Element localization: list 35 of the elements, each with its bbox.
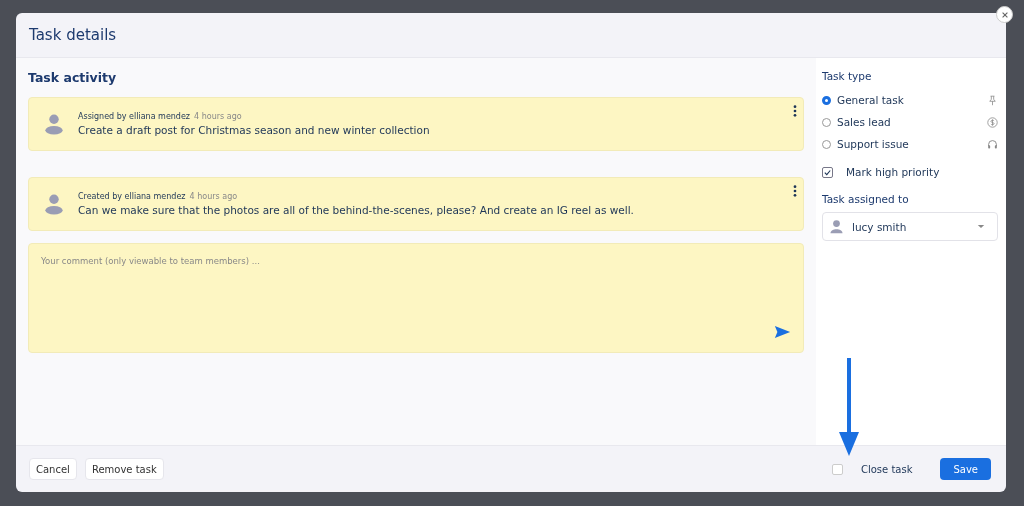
avatar-icon [43, 112, 65, 136]
pin-icon [987, 94, 998, 106]
option-label[interactable]: General task [837, 94, 987, 106]
comment-text: Can we make sure that the photos are all of the behind-the-scenes, please? And create an IG reel as well. [78, 204, 635, 216]
assignee-dropdown[interactable]: lucy smith [822, 212, 998, 241]
close-icon [1000, 10, 1009, 19]
comment-time: 4 hours ago [194, 112, 242, 121]
cancel-button[interactable]: Cancel [29, 458, 77, 480]
avatar-icon [43, 192, 65, 216]
comment-text: Create a draft post for Christmas season and new winter collection [78, 124, 431, 136]
comment-author: Assigned by elliana mendez [78, 112, 191, 121]
checkbox-label[interactable]: Close task [860, 463, 913, 475]
send-icon[interactable] [774, 325, 791, 339]
comment-field[interactable]: Your comment (only viewable to team members) ... [28, 243, 804, 353]
caret-icon [977, 224, 985, 229]
field-label: Task type [822, 70, 873, 82]
option-label[interactable]: Sales lead [837, 116, 987, 128]
checkbox-label[interactable]: Mark high priority [846, 166, 998, 178]
close-button[interactable] [996, 6, 1013, 23]
dollar-icon [987, 116, 998, 128]
more-icon[interactable] [793, 105, 797, 117]
more-icon[interactable] [793, 185, 797, 197]
radio-button[interactable] [822, 95, 831, 105]
section-heading: Task activity [28, 70, 118, 85]
option-label[interactable]: Support issue [837, 138, 987, 150]
checkbox[interactable] [831, 463, 843, 475]
dialog-title: Task details [29, 26, 117, 44]
save-button[interactable]: Save [940, 458, 991, 480]
headset-icon [987, 138, 998, 150]
comment-time: 4 hours ago [189, 192, 238, 201]
checkbox[interactable] [822, 166, 833, 178]
user-icon [829, 219, 844, 234]
field-label: Task assigned to [822, 193, 910, 205]
remove-task-button[interactable]: Remove task [84, 458, 164, 480]
comment-author: Created by elliana mendez [78, 192, 186, 201]
